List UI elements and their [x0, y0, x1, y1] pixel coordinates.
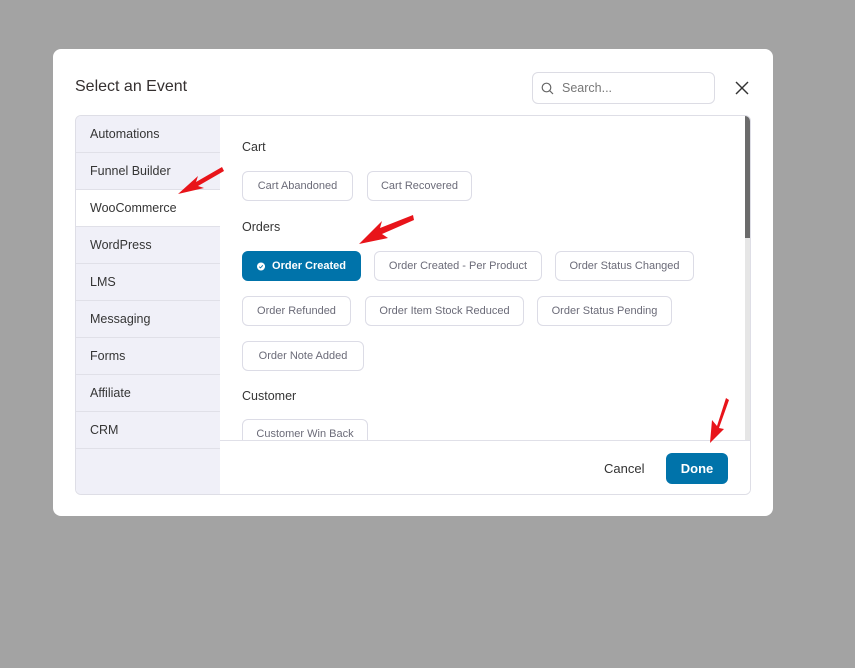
modal-footer: Cancel Done: [220, 440, 750, 494]
scrollbar-thumb[interactable]: [745, 116, 750, 238]
sidebar-item-affiliate[interactable]: Affiliate: [76, 375, 220, 412]
section-title-cart: Cart: [242, 140, 266, 154]
sidebar-item-label: Forms: [90, 349, 126, 363]
sidebar-item-wordpress[interactable]: WordPress: [76, 227, 220, 264]
scrollbar[interactable]: [745, 116, 750, 440]
event-chip-order-created-per-product[interactable]: Order Created - Per Product: [374, 251, 542, 281]
select-event-modal: Select an Event Automations Funnel Build…: [53, 49, 773, 516]
annotation-arrow-icon: [710, 398, 729, 443]
event-chip-cart-abandoned[interactable]: Cart Abandoned: [242, 171, 353, 201]
sidebar-item-label: CRM: [90, 423, 119, 437]
sidebar-item-label: WooCommerce: [90, 201, 177, 215]
done-button[interactable]: Done: [666, 453, 728, 484]
sidebar-item-label: Funnel Builder: [90, 164, 171, 178]
sidebar-item-label: Affiliate: [90, 386, 131, 400]
section-title-customer: Customer: [242, 389, 297, 403]
sidebar-item-label: Automations: [90, 127, 160, 141]
sidebar-item-crm[interactable]: CRM: [76, 412, 220, 449]
event-chip-order-status-changed[interactable]: Order Status Changed: [555, 251, 694, 281]
sidebar-item-label: Messaging: [90, 312, 151, 326]
sidebar-item-messaging[interactable]: Messaging: [76, 301, 220, 338]
modal-title: Select an Event: [75, 78, 188, 95]
check-circle-icon: [257, 261, 266, 271]
close-icon: [735, 81, 749, 95]
sidebar-item-label: LMS: [90, 275, 116, 289]
sidebar-item-lms[interactable]: LMS: [76, 264, 220, 301]
search-icon: [541, 82, 554, 94]
search-input[interactable]: [560, 80, 704, 96]
event-chip-cart-recovered[interactable]: Cart Recovered: [367, 171, 472, 201]
sidebar-item-automations[interactable]: Automations: [76, 116, 220, 153]
search-field[interactable]: [532, 72, 715, 104]
annotation-arrow-icon: [359, 215, 414, 244]
event-chip-order-item-stock-reduced[interactable]: Order Item Stock Reduced: [365, 296, 524, 326]
cancel-button[interactable]: Cancel: [604, 461, 644, 476]
event-list: Cart Cart Abandoned Cart Recovered Order…: [220, 116, 750, 440]
close-button[interactable]: [733, 79, 751, 97]
event-chip-order-created[interactable]: Order Created: [242, 251, 361, 281]
sidebar-item-forms[interactable]: Forms: [76, 338, 220, 375]
event-chip-order-refunded[interactable]: Order Refunded: [242, 296, 351, 326]
event-chip-order-status-pending[interactable]: Order Status Pending: [537, 296, 672, 326]
annotation-arrow-icon: [178, 167, 224, 194]
event-chip-order-note-added[interactable]: Order Note Added: [242, 341, 364, 371]
event-chip-label: Order Created: [272, 260, 346, 272]
event-chip-customer-win-back[interactable]: Customer Win Back: [242, 419, 368, 440]
sidebar-item-label: WordPress: [90, 238, 152, 252]
section-title-orders: Orders: [242, 220, 281, 234]
